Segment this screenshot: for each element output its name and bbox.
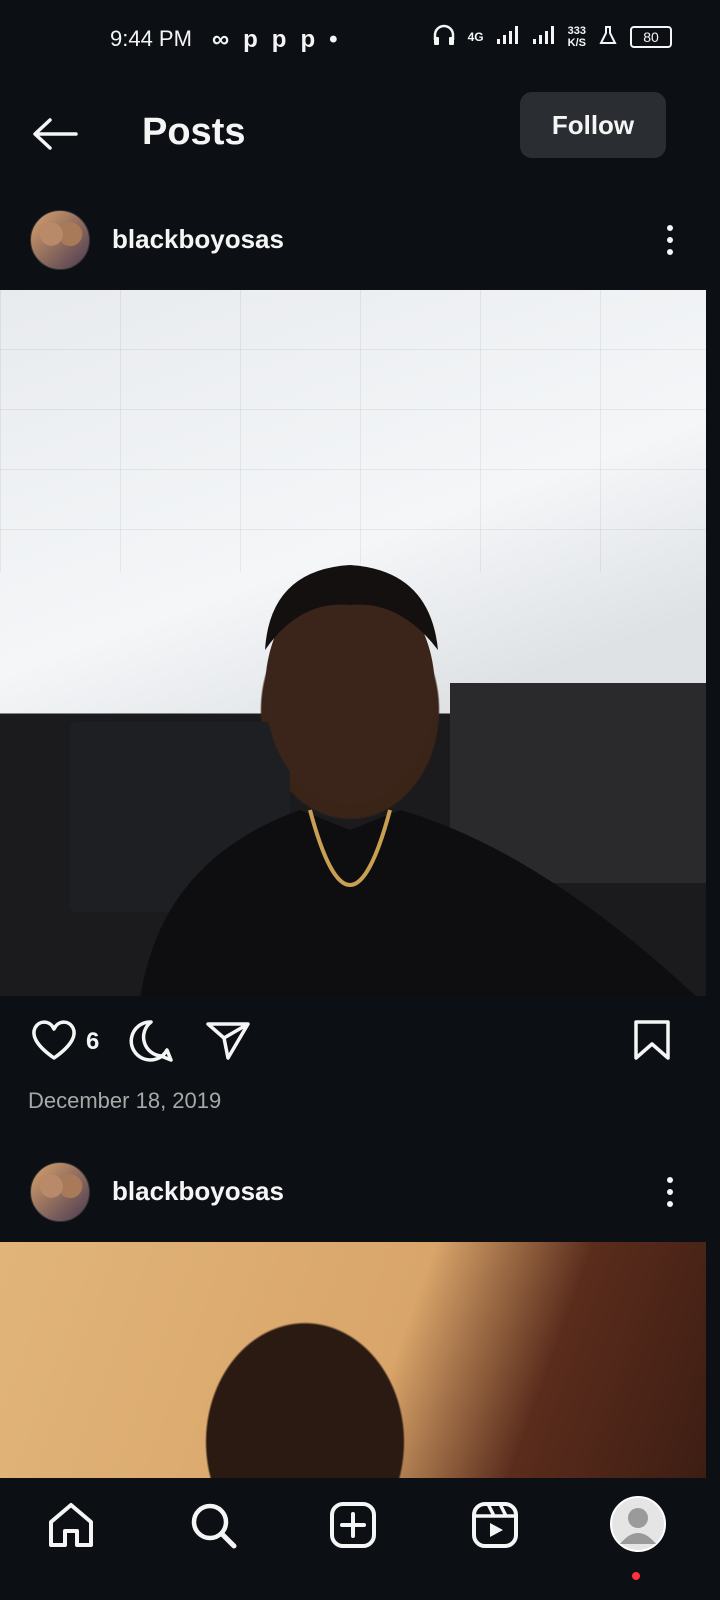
- search-icon[interactable]: [188, 1500, 238, 1550]
- network-type: 4G: [467, 29, 484, 44]
- save-bookmark-icon[interactable]: [630, 1018, 678, 1062]
- photo-person: [140, 565, 696, 996]
- signal-icon: [532, 25, 556, 48]
- bottom-navigation: [0, 1478, 720, 1600]
- share-icon[interactable]: [204, 1018, 252, 1062]
- infinity-icon: ∞: [212, 26, 230, 53]
- username[interactable]: blackboyosas: [112, 224, 284, 255]
- reels-icon[interactable]: [470, 1500, 520, 1550]
- more-notifications-dot: •: [329, 26, 338, 53]
- username[interactable]: blackboyosas: [112, 1176, 284, 1207]
- back-arrow-icon[interactable]: [30, 116, 80, 152]
- create-icon[interactable]: [328, 1500, 378, 1550]
- comment-icon[interactable]: [127, 1018, 175, 1062]
- post-photo[interactable]: [0, 290, 706, 996]
- post-header: blackboyosas: [0, 200, 720, 280]
- notification-dot: [632, 1572, 640, 1580]
- status-time: 9:44 PM: [110, 26, 192, 51]
- avatar[interactable]: [30, 210, 90, 270]
- home-icon[interactable]: [46, 1500, 96, 1550]
- app-notification-icon: p: [271, 26, 287, 53]
- profile-icon[interactable]: [610, 1496, 666, 1552]
- app-notification-icon: p: [243, 26, 258, 53]
- more-options-icon[interactable]: [660, 1172, 680, 1212]
- network-speed: 333 K/S: [567, 24, 586, 49]
- flask-icon: [598, 25, 618, 48]
- status-system-icons: 4G 333 K/S 80: [432, 24, 672, 49]
- app-notification-icon: p: [300, 26, 316, 53]
- photo-ceiling: [0, 290, 706, 573]
- heart-icon[interactable]: [30, 1018, 78, 1062]
- battery-icon: 80: [630, 25, 672, 48]
- status-bar: 9:44 PM ∞ p p p • 4G 333 K/S 80: [0, 0, 720, 80]
- post-photo[interactable]: [0, 1242, 706, 1482]
- headphones-icon: [432, 24, 456, 49]
- more-options-icon[interactable]: [660, 220, 680, 260]
- status-notification-icons: ∞ p p p •: [212, 26, 338, 54]
- like-count[interactable]: 6: [86, 1028, 99, 1056]
- post-header: blackboyosas: [0, 1152, 720, 1232]
- follow-button[interactable]: Follow: [520, 92, 666, 158]
- top-app-bar: Posts Follow: [0, 88, 720, 178]
- avatar[interactable]: [30, 1162, 90, 1222]
- page-title: Posts: [142, 111, 246, 153]
- signal-icon: [496, 25, 520, 48]
- post-actions: 6: [0, 1010, 720, 1070]
- post-date: December 18, 2019: [28, 1088, 222, 1113]
